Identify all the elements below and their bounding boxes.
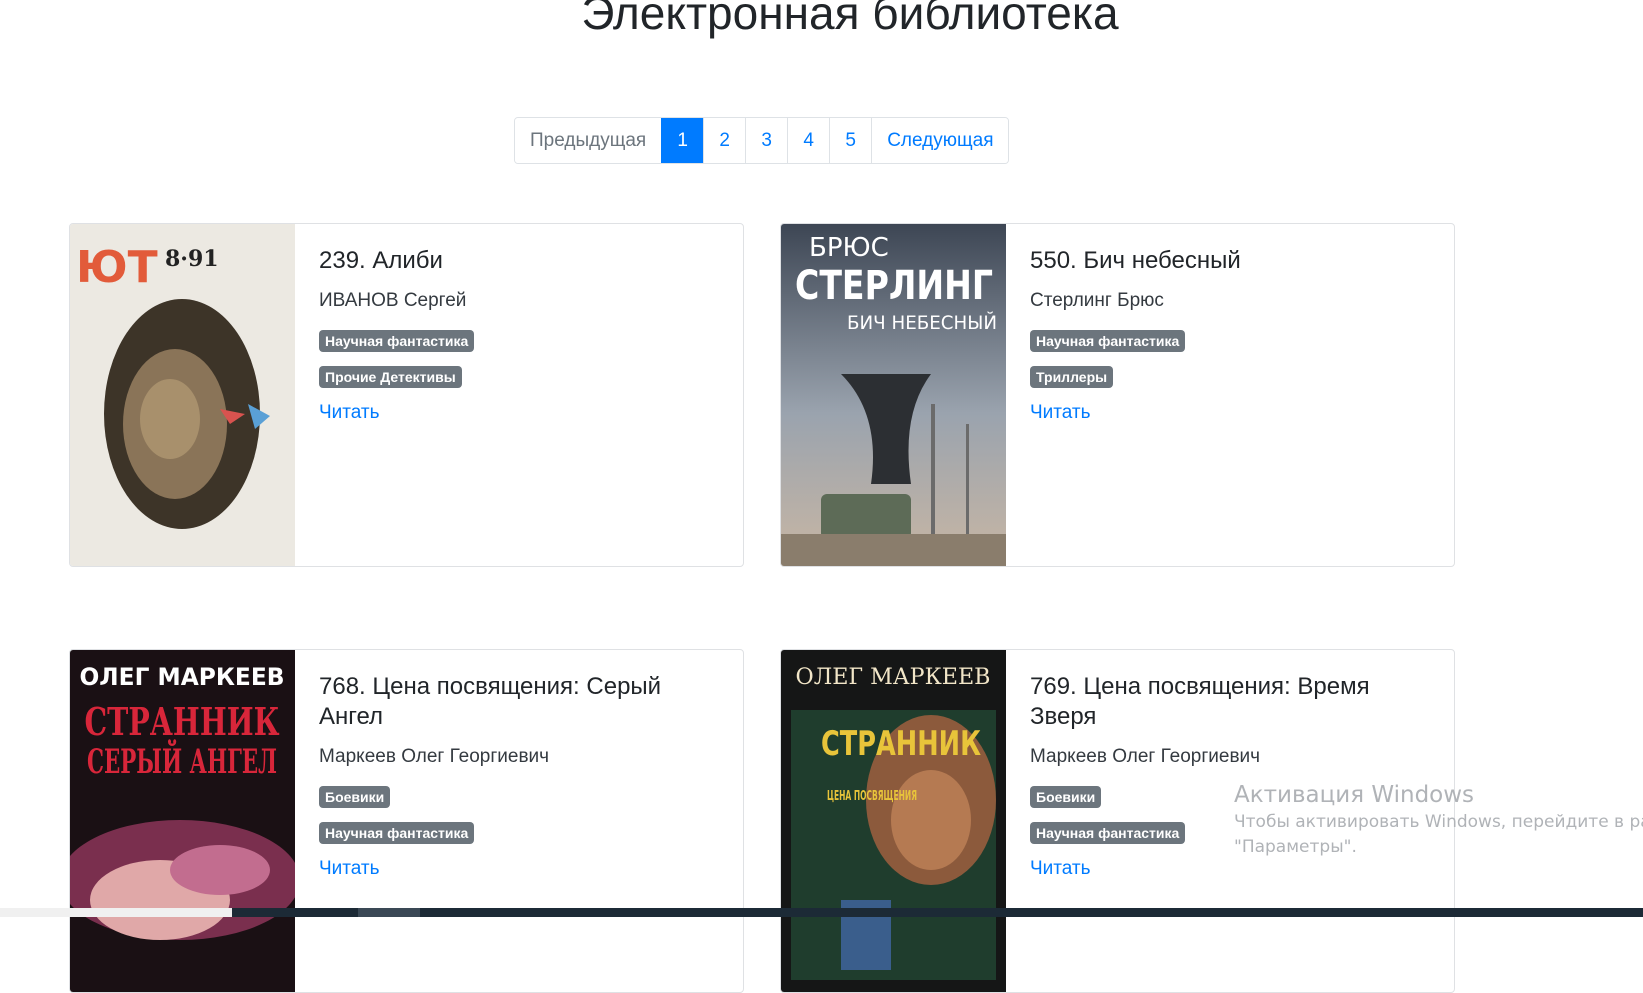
book-cover-image[interactable]: ЮТ 8·91	[70, 224, 295, 566]
pagination-page-3[interactable]: 3	[745, 118, 788, 163]
book-author: Маркеев Олег Георгиевич	[1030, 746, 1261, 767]
genre-badge: Боевики	[319, 786, 391, 808]
book-title: 550. Бич небесный	[1030, 247, 1241, 274]
pagination: Предыдущая 1 2 3 4 5 Следующая	[514, 117, 1010, 164]
book-card: БРЮС СТЕРЛИНГ БИЧ НЕБЕСНЫЙ 550. Бич небе…	[780, 223, 1455, 567]
book-title: 769. Цена посвящения: Время Зверя	[1030, 673, 1370, 730]
cover-title-text: БИЧ НЕБЕСНЫЙ	[847, 311, 997, 334]
pagination-prev-button[interactable]: Предыдущая	[515, 118, 662, 163]
cover-title-text: СЕРЫЙ АНГЕЛ	[87, 739, 277, 782]
book-title: 239. Алиби	[319, 247, 443, 274]
cover-issue-text: 8·91	[165, 246, 219, 272]
pagination-page-4[interactable]: 4	[787, 118, 830, 163]
genre-badge: Научная фантастика	[319, 330, 475, 352]
genre-badge: Боевики	[1030, 786, 1102, 808]
windows-activation-watermark: Активация Windows Чтобы активировать Win…	[1234, 780, 1643, 860]
pagination-page-1[interactable]: 1	[661, 118, 704, 163]
watermark-text: "Параметры".	[1234, 837, 1357, 857]
cover-author-text: ОЛЕГ МАРКЕЕВ	[796, 665, 991, 690]
pagination-page-2[interactable]: 2	[703, 118, 746, 163]
taskbar-app-button[interactable]	[358, 908, 420, 917]
pagination-next-button[interactable]: Следующая	[871, 118, 1009, 163]
watermark-title: Активация Windows	[1234, 782, 1475, 808]
book-cover-image[interactable]: ОЛЕГ МАРКЕЕВ СТРАННИК ЦЕНА ПОСВЯЩЕНИЯ	[781, 650, 1006, 992]
read-link[interactable]: Читать	[319, 858, 380, 880]
book-card: ЮТ 8·91 239. Алиби ИВАНОВ Сергей Научная…	[69, 223, 744, 567]
genre-badge: Научная фантастика	[1030, 822, 1186, 844]
book-card: ОЛЕГ МАРКЕЕВ СТРАННИК СЕРЫЙ АНГЕЛ 768. Ц…	[69, 649, 744, 993]
read-link[interactable]: Читать	[319, 402, 380, 424]
book-author: ИВАНОВ Сергей	[319, 290, 467, 311]
cover-author-text: ОЛЕГ МАРКЕЕВ	[80, 663, 285, 691]
cover-surname-text: СТЕРЛИНГ	[795, 263, 993, 309]
pagination-page-5[interactable]: 5	[829, 118, 872, 163]
taskbar-search-box[interactable]	[0, 908, 232, 917]
watermark-text: Чтобы активировать Windows, перейдите в …	[1234, 812, 1643, 832]
cover-author-text: БРЮС	[809, 233, 889, 263]
read-link[interactable]: Читать	[1030, 858, 1091, 880]
cover-title-text: ЦЕНА ПОСВЯЩЕНИЯ	[827, 789, 917, 804]
book-author: Стерлинг Брюс	[1030, 290, 1164, 311]
cover-logo-text: ЮТ	[76, 242, 158, 293]
cover-series-text: СТРАННИК	[85, 699, 280, 744]
book-cover-image[interactable]: ОЛЕГ МАРКЕЕВ СТРАННИК СЕРЫЙ АНГЕЛ	[70, 650, 295, 992]
genre-badge: Научная фантастика	[1030, 330, 1186, 352]
cover-series-text: СТРАННИК	[821, 724, 981, 764]
genre-badge: Научная фантастика	[319, 822, 475, 844]
book-cover-image[interactable]: БРЮС СТЕРЛИНГ БИЧ НЕБЕСНЫЙ	[781, 224, 1006, 566]
genre-badge: Триллеры	[1030, 366, 1114, 388]
read-link[interactable]: Читать	[1030, 402, 1091, 424]
page-title: Электронная библиотека	[581, 0, 1119, 39]
book-title: 768. Цена посвящения: Серый Ангел	[319, 673, 662, 730]
book-author: Маркеев Олег Георгиевич	[319, 746, 550, 767]
genre-badge: Прочие Детективы	[319, 366, 462, 388]
taskbar	[0, 908, 1643, 917]
